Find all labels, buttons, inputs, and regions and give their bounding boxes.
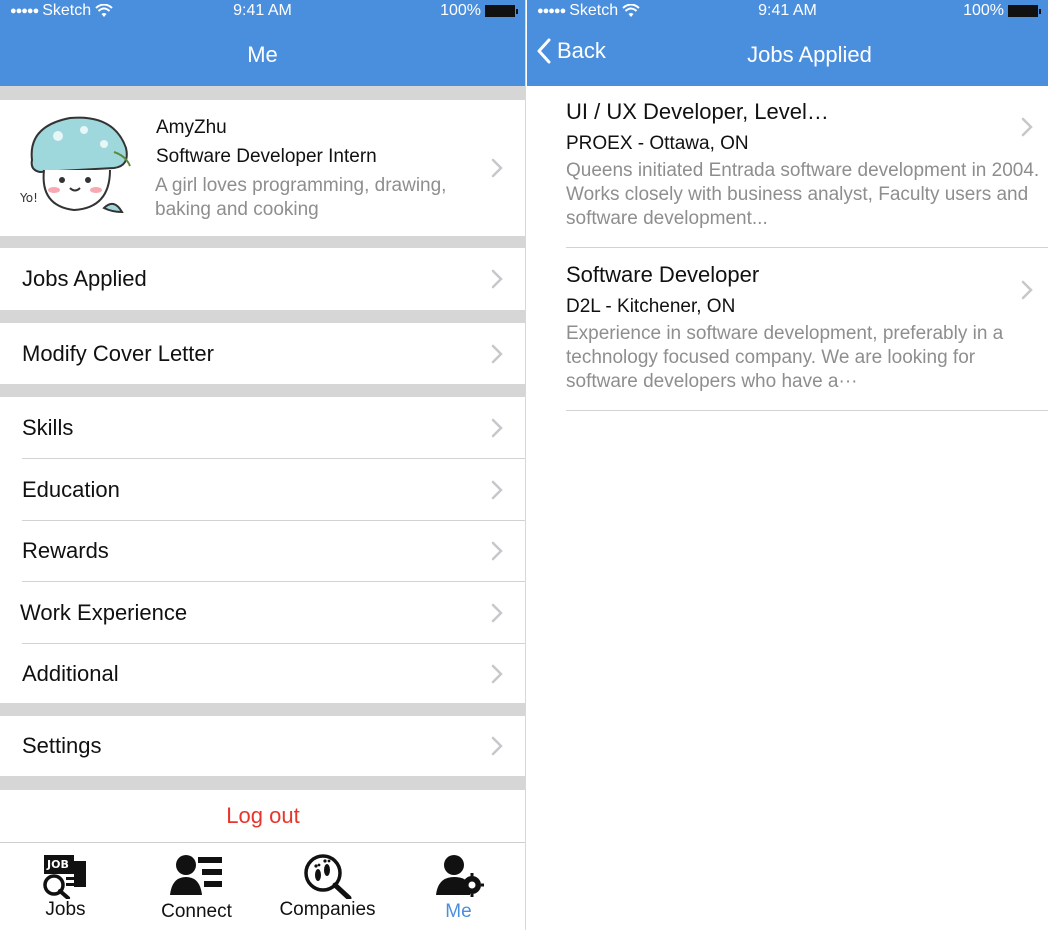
- menu-item-jobs-applied[interactable]: Jobs Applied: [0, 248, 525, 310]
- tab-bar: JOB Jobs Connect Companies Me: [0, 842, 525, 930]
- status-bar: ●●●●● Sketch 9:41 AM 100%: [0, 2, 525, 24]
- tab-label: Connect: [161, 901, 232, 922]
- battery-percent: 100%: [963, 2, 1004, 19]
- row-divider: [566, 247, 1048, 248]
- menu-item-work-experience[interactable]: Work Experience: [0, 582, 525, 643]
- tab-label: Me: [445, 901, 472, 922]
- section-gap: [0, 703, 525, 716]
- chevron-right-icon: [491, 344, 503, 363]
- chevron-right-icon: [491, 158, 503, 178]
- profile-bio: A girl loves programming, drawing, bakin…: [155, 175, 447, 220]
- logout-button[interactable]: Log out: [0, 790, 525, 842]
- menu-item-additional[interactable]: Additional: [0, 644, 525, 703]
- menu-item-modify-cover-letter[interactable]: Modify Cover Letter: [0, 323, 525, 384]
- chevron-right-icon: [491, 269, 503, 289]
- chevron-right-icon: [1021, 280, 1033, 300]
- section-gap: [0, 310, 525, 323]
- chevron-right-icon: [491, 736, 503, 756]
- navigation-bar: ●●●●● Sketch 9:41 AM 100% Back Jobs Appl…: [527, 0, 1048, 86]
- menu-item-education[interactable]: Education: [0, 459, 525, 520]
- battery-icon: [485, 5, 518, 17]
- section-gap: [0, 776, 525, 790]
- tab-connect[interactable]: Connect: [131, 843, 262, 930]
- job-title: Software Developer: [566, 262, 760, 287]
- profile-card[interactable]: Yo! AmyZhu Software Developer Intern A g…: [0, 100, 525, 236]
- battery-icon: [1008, 5, 1041, 17]
- chevron-right-icon: [1021, 117, 1033, 137]
- menu-item-rewards[interactable]: Rewards: [0, 521, 525, 581]
- profile-name: AmyZhu: [156, 117, 227, 138]
- tab-jobs[interactable]: JOB Jobs: [0, 843, 131, 930]
- page-title: Me: [247, 42, 278, 67]
- tab-companies[interactable]: Companies: [262, 843, 393, 930]
- profile-role: Software Developer Intern: [156, 146, 377, 167]
- menu-item-label: Settings: [22, 733, 102, 758]
- tab-label: Companies: [279, 899, 376, 920]
- me-screen: ●●●●● Sketch 9:41 AM 100% Me Yo! AmyZhu: [0, 0, 526, 930]
- battery-percent: 100%: [440, 2, 481, 19]
- section-gap: [0, 86, 525, 100]
- tab-me[interactable]: Me: [393, 843, 524, 930]
- section-gap: [0, 384, 525, 397]
- menu-item-label: Skills: [22, 414, 74, 440]
- job-item[interactable]: UI / UX Developer, Level… PROEX - Ottawa…: [566, 99, 1048, 247]
- svg-text:JOB: JOB: [46, 858, 69, 871]
- jobs-icon: JOB: [42, 855, 86, 899]
- menu-item-label: Additional: [22, 660, 119, 686]
- companies-icon: [303, 854, 351, 899]
- job-description: Experience in software development, pref…: [566, 323, 1004, 392]
- menu-item-skills[interactable]: Skills: [0, 397, 525, 458]
- status-bar: ●●●●● Sketch 9:41 AM 100%: [527, 2, 1048, 24]
- chevron-right-icon: [491, 603, 503, 622]
- job-company: D2L - Kitchener, ON: [566, 296, 736, 317]
- svg-text:Yo!: Yo!: [19, 191, 38, 205]
- avatar: Yo!: [19, 116, 131, 214]
- battery: 100%: [963, 2, 1041, 20]
- row-divider: [566, 410, 1048, 411]
- navigation-bar: ●●●●● Sketch 9:41 AM 100% Me: [0, 0, 525, 86]
- chevron-right-icon: [491, 418, 503, 437]
- job-title: UI / UX Developer, Level…: [566, 99, 829, 124]
- menu-item-label: Education: [22, 476, 120, 502]
- chevron-left-icon: [537, 38, 551, 64]
- jobs-applied-screen: ●●●●● Sketch 9:41 AM 100% Back Jobs Appl…: [527, 0, 1048, 930]
- chevron-right-icon: [491, 541, 503, 561]
- job-company: PROEX - Ottawa, ON: [566, 133, 749, 154]
- chevron-right-icon: [491, 480, 503, 499]
- menu-item-settings[interactable]: Settings: [0, 716, 525, 776]
- chevron-right-icon: [491, 664, 503, 683]
- battery: 100%: [440, 2, 518, 20]
- page-title: Jobs Applied: [747, 42, 872, 67]
- menu-item-label: Modify Cover Letter: [22, 340, 214, 366]
- menu-item-label: Rewards: [22, 538, 109, 563]
- connect-icon: [169, 855, 222, 895]
- job-description: Queens initiated Entrada software develo…: [566, 160, 1040, 229]
- section-gap: [0, 236, 525, 248]
- tab-label: Jobs: [45, 899, 86, 920]
- job-item[interactable]: Software Developer D2L - Kitchener, ON E…: [566, 262, 1048, 410]
- menu-item-label: Work Experience: [20, 599, 188, 625]
- me-icon: [435, 855, 484, 897]
- menu-item-label: Jobs Applied: [22, 266, 147, 291]
